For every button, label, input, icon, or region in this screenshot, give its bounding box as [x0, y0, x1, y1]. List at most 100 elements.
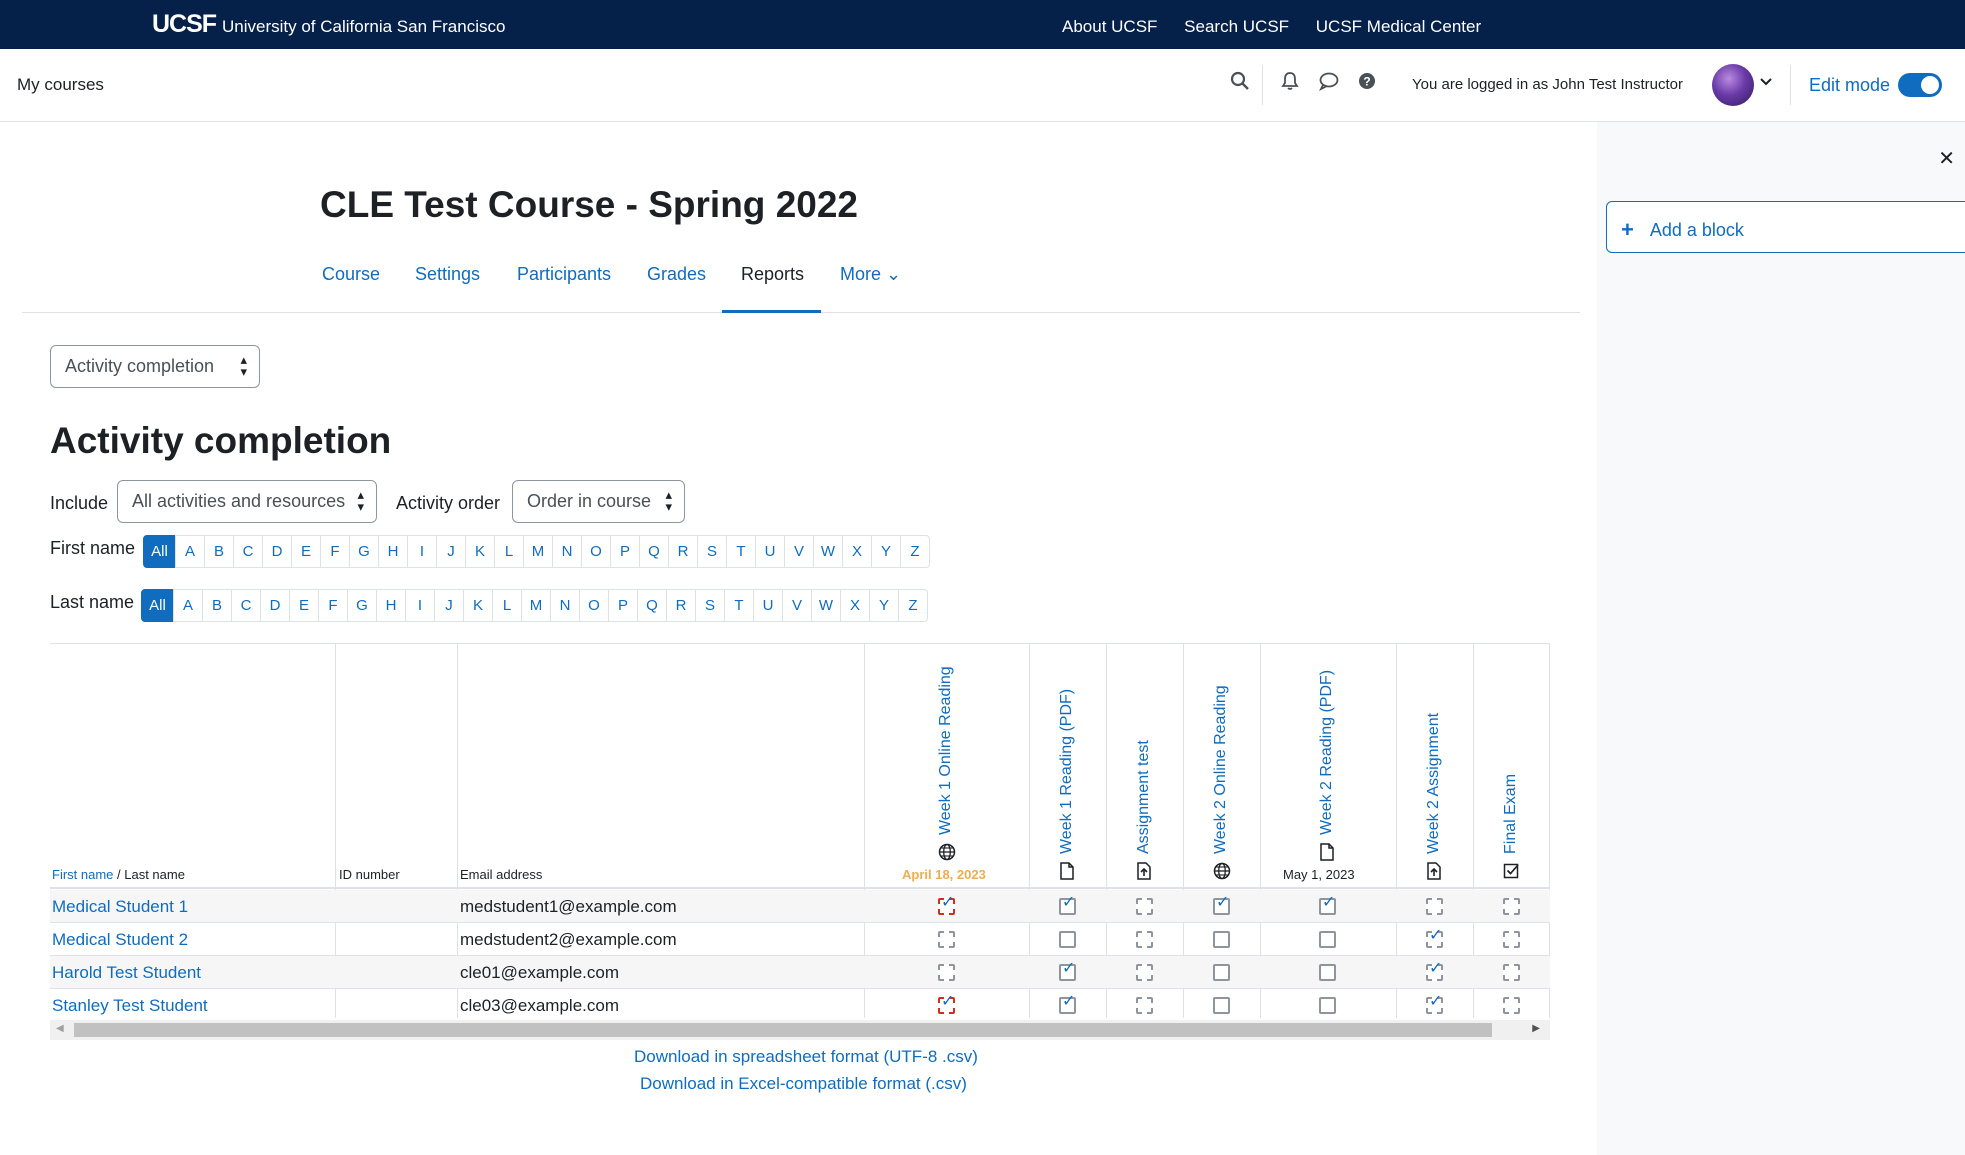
close-icon[interactable]: ✕	[1938, 146, 1955, 171]
last-name-initial-w[interactable]: W	[811, 589, 841, 622]
completion-checked-checkbox[interactable]: ✓	[1426, 961, 1443, 981]
first-name-initial-j[interactable]: J	[436, 535, 466, 568]
last-name-initial-h[interactable]: H	[376, 589, 406, 622]
tab-grades[interactable]: Grades	[647, 264, 706, 285]
first-name-initial-all[interactable]: All	[143, 535, 176, 568]
last-name-initial-all[interactable]: All	[141, 589, 174, 622]
include-select[interactable]: All activities and resources ▴ ▾	[117, 480, 377, 523]
activity-header-link[interactable]: Final Exam	[1502, 774, 1520, 854]
first-name-initial-y[interactable]: Y	[871, 535, 901, 568]
report-select[interactable]: Activity completion ▴ ▾	[50, 345, 260, 388]
completion-empty-checkbox[interactable]	[1213, 931, 1230, 948]
horizontal-scrollbar[interactable]: ◀ ▶	[50, 1020, 1550, 1040]
first-name-initial-i[interactable]: I	[407, 535, 437, 568]
activity-header-link[interactable]: Week 2 Assignment	[1425, 713, 1443, 854]
activity-order-select[interactable]: Order in course ▴ ▾	[512, 480, 685, 523]
last-name-initial-r[interactable]: R	[666, 589, 696, 622]
completion-empty-checkbox[interactable]	[1059, 931, 1076, 948]
completion-empty-checkbox[interactable]	[1319, 997, 1336, 1014]
first-name-initial-k[interactable]: K	[465, 535, 495, 568]
completion-checked-checkbox[interactable]: ✓	[938, 895, 955, 915]
student-name-link[interactable]: Stanley Test Student	[52, 996, 208, 1016]
student-name-link[interactable]: Medical Student 1	[52, 897, 188, 917]
chat-icon[interactable]	[1318, 71, 1340, 97]
ucsf-logo[interactable]: UCSF	[152, 10, 217, 39]
completion-checked-checkbox[interactable]: ✓	[1213, 895, 1230, 915]
completion-empty-checkbox[interactable]	[1503, 964, 1520, 981]
completion-empty-checkbox[interactable]	[1426, 898, 1443, 915]
activity-header-link[interactable]: Assignment test	[1135, 740, 1153, 854]
last-name-initial-k[interactable]: K	[463, 589, 493, 622]
first-name-initial-b[interactable]: B	[204, 535, 234, 568]
last-name-initial-s[interactable]: S	[695, 589, 725, 622]
tab-participants[interactable]: Participants	[517, 264, 611, 285]
last-name-initial-j[interactable]: J	[434, 589, 464, 622]
last-name-initial-f[interactable]: F	[318, 589, 348, 622]
activity-header-link[interactable]: Week 1 Online Reading	[937, 666, 955, 835]
download-excel-link[interactable]: Download in Excel-compatible format (.cs…	[640, 1074, 967, 1094]
add-block-button[interactable]: + Add a block	[1606, 201, 1965, 253]
activity-header-link[interactable]: Week 1 Reading (PDF)	[1058, 689, 1076, 854]
last-name-initial-i[interactable]: I	[405, 589, 435, 622]
completion-checked-checkbox[interactable]: ✓	[1319, 895, 1336, 915]
last-name-initial-a[interactable]: A	[173, 589, 203, 622]
chevron-down-icon[interactable]	[1760, 75, 1772, 90]
completion-empty-checkbox[interactable]	[1503, 997, 1520, 1014]
first-name-initial-f[interactable]: F	[320, 535, 350, 568]
last-name-initial-q[interactable]: Q	[637, 589, 667, 622]
first-name-initial-s[interactable]: S	[697, 535, 727, 568]
completion-checked-checkbox[interactable]: ✓	[1059, 961, 1076, 981]
first-name-initial-a[interactable]: A	[175, 535, 205, 568]
my-courses-link[interactable]: My courses	[17, 75, 104, 95]
last-name-initial-l[interactable]: L	[492, 589, 522, 622]
last-name-initial-t[interactable]: T	[724, 589, 754, 622]
activity-header-link[interactable]: Week 2 Online Reading	[1212, 685, 1230, 854]
first-name-initial-p[interactable]: P	[610, 535, 640, 568]
help-icon[interactable]: ?	[1357, 71, 1377, 97]
completion-empty-checkbox[interactable]	[1213, 964, 1230, 981]
first-name-initial-n[interactable]: N	[552, 535, 582, 568]
first-name-initial-l[interactable]: L	[494, 535, 524, 568]
search-icon[interactable]	[1230, 71, 1250, 97]
completion-checked-checkbox[interactable]: ✓	[938, 994, 955, 1014]
university-name[interactable]: University of California San Francisco	[222, 17, 505, 37]
scroll-right-icon[interactable]: ▶	[1532, 1023, 1540, 1034]
first-name-initial-w[interactable]: W	[813, 535, 843, 568]
last-name-initial-u[interactable]: U	[753, 589, 783, 622]
last-name-initial-o[interactable]: O	[579, 589, 609, 622]
about-ucsf-link[interactable]: About UCSF	[1062, 17, 1157, 36]
completion-empty-checkbox[interactable]	[1319, 964, 1336, 981]
first-name-initial-e[interactable]: E	[291, 535, 321, 568]
completion-empty-checkbox[interactable]	[1503, 898, 1520, 915]
tab-course[interactable]: Course	[322, 264, 380, 285]
last-name-initial-b[interactable]: B	[202, 589, 232, 622]
tab-reports[interactable]: Reports	[741, 264, 804, 285]
edit-mode-toggle[interactable]	[1898, 73, 1942, 97]
first-name-initial-h[interactable]: H	[378, 535, 408, 568]
completion-empty-checkbox[interactable]	[1213, 997, 1230, 1014]
first-name-initial-u[interactable]: U	[755, 535, 785, 568]
first-name-initial-v[interactable]: V	[784, 535, 814, 568]
completion-empty-checkbox[interactable]	[938, 931, 955, 948]
last-name-initial-z[interactable]: Z	[898, 589, 928, 622]
user-avatar[interactable]	[1712, 64, 1754, 106]
first-name-initial-x[interactable]: X	[842, 535, 872, 568]
sort-last-name-link[interactable]: Last name	[124, 867, 185, 882]
student-name-link[interactable]: Harold Test Student	[52, 963, 201, 983]
last-name-initial-m[interactable]: M	[521, 589, 551, 622]
ucsf-medical-center-link[interactable]: UCSF Medical Center	[1316, 17, 1481, 36]
tab-settings[interactable]: Settings	[415, 264, 480, 285]
first-name-initial-g[interactable]: G	[349, 535, 379, 568]
first-name-initial-t[interactable]: T	[726, 535, 756, 568]
completion-checked-checkbox[interactable]: ✓	[1426, 994, 1443, 1014]
first-name-initial-d[interactable]: D	[262, 535, 292, 568]
completion-empty-checkbox[interactable]	[1136, 931, 1153, 948]
completion-empty-checkbox[interactable]	[1503, 931, 1520, 948]
completion-checked-checkbox[interactable]: ✓	[1059, 895, 1076, 915]
last-name-initial-g[interactable]: G	[347, 589, 377, 622]
scroll-left-icon[interactable]: ◀	[56, 1023, 64, 1034]
sort-first-name-link[interactable]: First name	[52, 867, 113, 882]
completion-empty-checkbox[interactable]	[1136, 964, 1153, 981]
last-name-initial-d[interactable]: D	[260, 589, 290, 622]
first-name-initial-q[interactable]: Q	[639, 535, 669, 568]
